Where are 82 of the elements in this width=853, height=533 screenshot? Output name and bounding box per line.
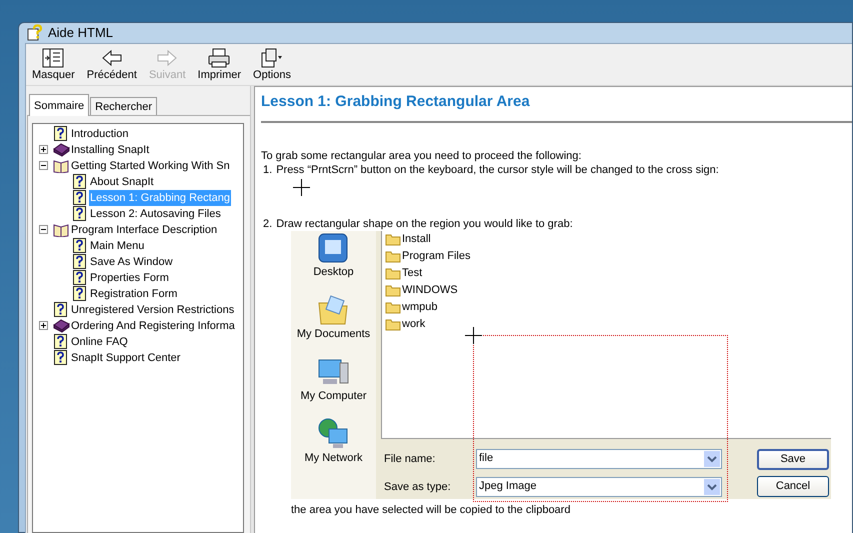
help-page-icon xyxy=(54,334,67,349)
step-number: 1. xyxy=(263,162,272,176)
step-text: Draw rectangular shape on the region you would like to grab: xyxy=(276,216,573,230)
desktop-icon xyxy=(316,230,350,264)
book-icon xyxy=(52,142,70,156)
folder-icon xyxy=(385,318,401,330)
left-arrow-icon xyxy=(100,48,123,68)
toolbar-button[interactable]: Options xyxy=(251,48,293,82)
tab[interactable]: Rechercher xyxy=(90,96,157,116)
help-page-icon xyxy=(73,174,86,189)
folder-name: Program Files xyxy=(402,248,470,264)
tree-item[interactable]: Introduction xyxy=(70,126,130,142)
help-page-icon xyxy=(73,238,86,253)
panel-icon xyxy=(42,48,64,68)
chevron-down-icon xyxy=(704,478,720,494)
folder-name: Test xyxy=(402,266,422,281)
folder-icon xyxy=(385,250,401,262)
folder-name: work xyxy=(402,316,426,332)
help-page-icon xyxy=(54,302,67,317)
tree-item[interactable]: Ordering And Registering Informa xyxy=(70,318,236,334)
options-icon xyxy=(260,48,284,68)
place-label: My Computer xyxy=(300,388,367,402)
toolbar-button[interactable]: Masquer xyxy=(30,48,77,82)
help-page-icon xyxy=(73,286,86,301)
network-computer-icon xyxy=(316,416,350,450)
crosshair-cursor-icon xyxy=(465,326,482,344)
right-arrow-icon xyxy=(156,48,178,68)
help-page-icon xyxy=(73,206,86,221)
folder-name: Install xyxy=(402,232,431,247)
expand-toggle[interactable] xyxy=(38,321,48,330)
folder-icon xyxy=(385,284,401,296)
printer-icon xyxy=(207,48,232,68)
book-icon xyxy=(52,318,70,332)
tree-item[interactable]: Installing SnapIt xyxy=(70,142,150,158)
tree-item[interactable]: Registration Form xyxy=(89,286,178,302)
field-label: Save as type: xyxy=(384,480,452,494)
step-number: 2. xyxy=(263,216,272,230)
help-page-icon xyxy=(73,270,86,285)
combo-field[interactable]: Jpeg Image xyxy=(476,476,722,496)
toolbar-button[interactable]: Imprimer xyxy=(196,48,244,82)
help-icon xyxy=(27,24,43,42)
folder-name: WINDOWS xyxy=(402,282,458,298)
help-page-icon xyxy=(73,254,86,269)
help-page-icon xyxy=(73,190,86,205)
crosshair-icon xyxy=(293,178,310,196)
tree-item[interactable]: SnapIt Support Center xyxy=(70,350,182,366)
page-heading: Lesson 1: Grabbing Rectangular Area xyxy=(261,92,531,112)
tab[interactable]: Sommaire xyxy=(29,94,90,116)
place-label: Desktop xyxy=(313,264,354,278)
folder-icon xyxy=(385,232,401,246)
chevron-down-icon xyxy=(704,450,720,466)
tree-item[interactable]: Program Interface Description xyxy=(70,222,218,238)
tree-item[interactable]: About SnapIt xyxy=(89,174,155,190)
folder-icon xyxy=(385,300,401,314)
open-book-icon xyxy=(52,222,68,236)
folder-icon xyxy=(316,292,350,326)
tree-item[interactable]: Properties Form xyxy=(89,270,170,286)
expand-toggle[interactable] xyxy=(38,145,48,154)
help-page-icon xyxy=(54,350,67,365)
collapse-toggle[interactable] xyxy=(38,225,48,234)
footer-text: the area you have selected will be copied to the clipboard xyxy=(291,502,572,516)
dialog-button[interactable]: Save xyxy=(757,448,829,470)
field-label: File name: xyxy=(384,452,436,466)
folder-name: wmpub xyxy=(402,300,438,315)
collapse-toggle[interactable] xyxy=(38,161,48,170)
combo-field[interactable]: file xyxy=(476,448,722,468)
step-text: Press “PrntScrn” button on the keyboard, the cursor style will be changed to the cross sign: xyxy=(276,162,719,176)
tree-item[interactable]: Unregistered Version Restrictions xyxy=(70,302,236,318)
place-label: My Network xyxy=(304,450,363,464)
help-page-icon xyxy=(54,126,67,141)
dialog-button[interactable]: Cancel xyxy=(757,476,829,496)
tree-item[interactable]: Save As Window xyxy=(89,254,174,270)
intro-text: To grab some rectangular area you need to proceed the following: xyxy=(261,148,582,162)
place-label: My Documents xyxy=(296,326,370,340)
open-book-icon xyxy=(52,158,68,172)
tree-item[interactable]: Getting Started Working With Sn xyxy=(70,158,231,174)
toolbar-button[interactable]: Précédent xyxy=(84,48,139,82)
folder-icon xyxy=(385,266,401,280)
tree-item[interactable]: Main Menu xyxy=(89,238,146,254)
tree-item[interactable]: Lesson 2: Autosaving Files xyxy=(89,206,222,222)
window-title: Aide HTML xyxy=(48,24,114,42)
tree-item[interactable]: Online FAQ xyxy=(70,334,129,350)
